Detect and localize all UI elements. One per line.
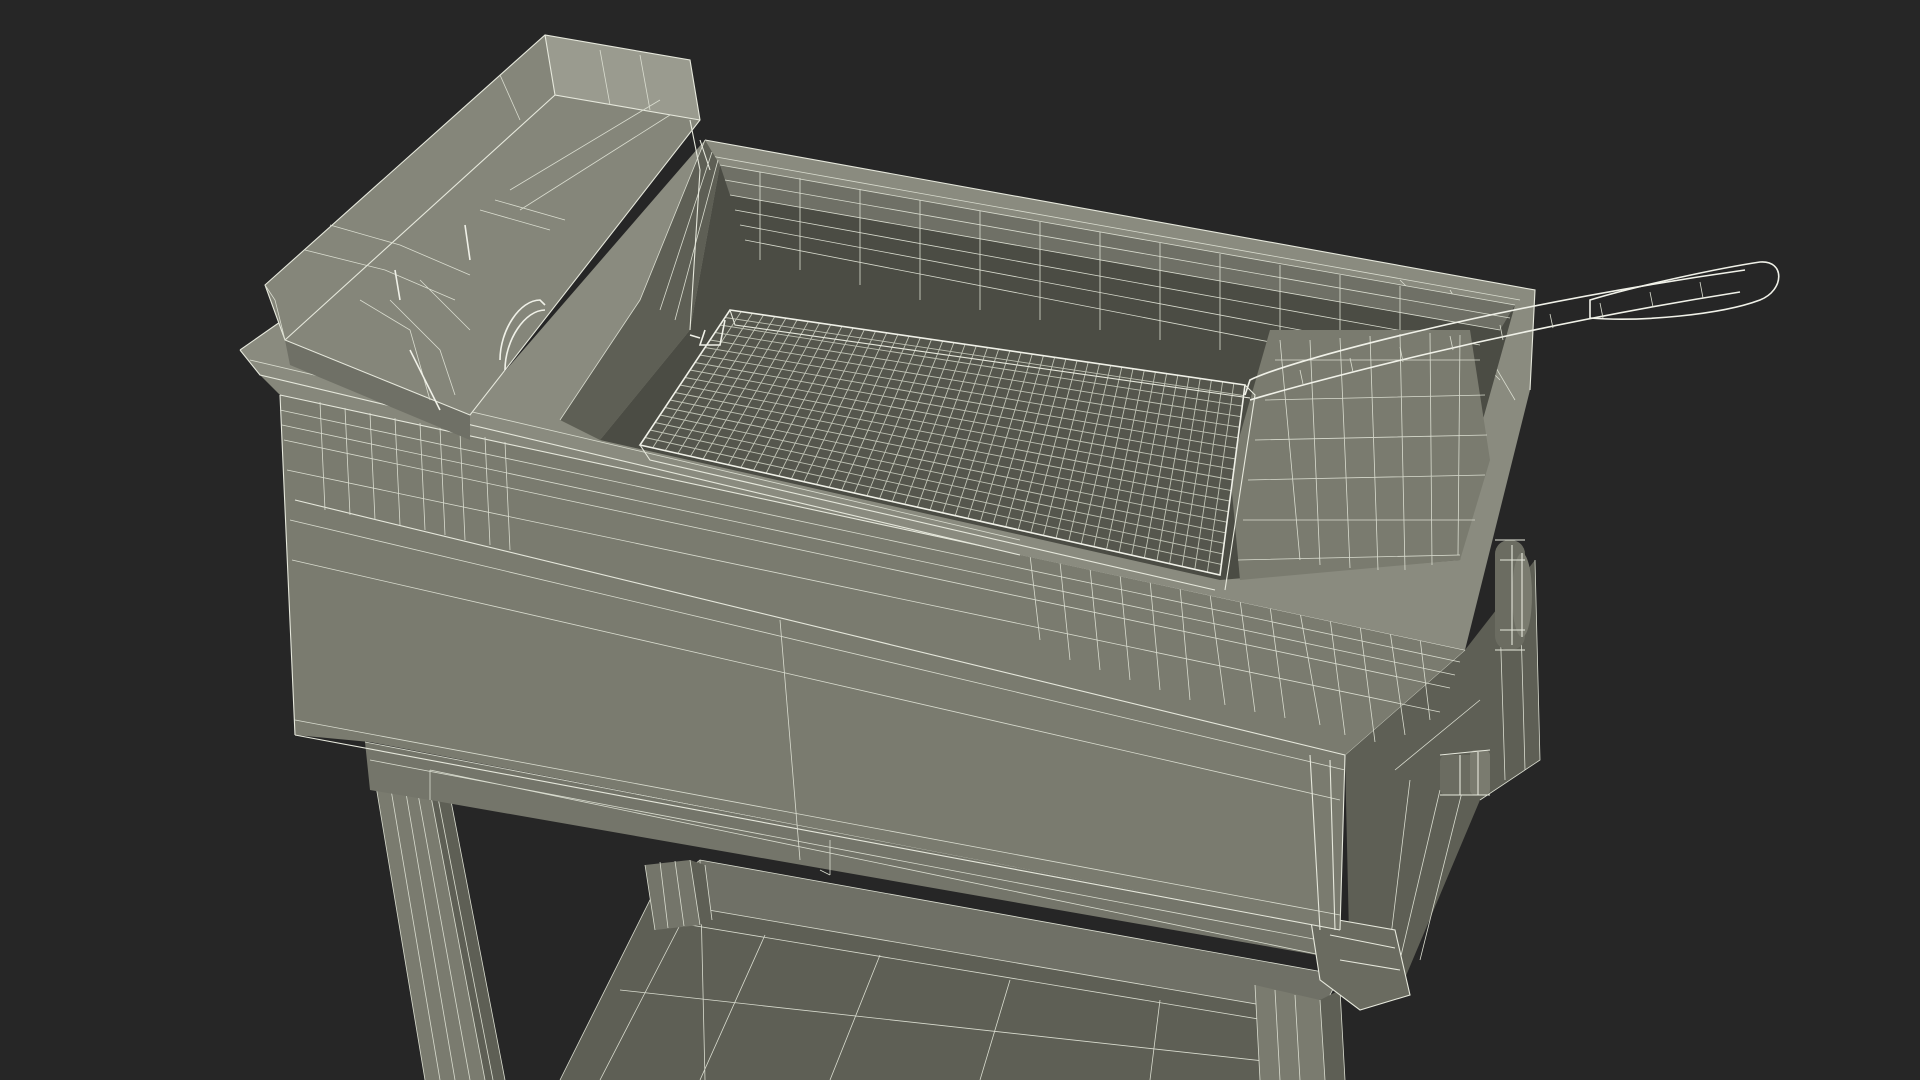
drain-valve-icon[interactable] bbox=[1439, 749, 1491, 796]
stand-leg-front-right bbox=[1254, 984, 1346, 1080]
stand-leg-rear bbox=[644, 859, 713, 931]
render-viewport bbox=[0, 0, 1920, 1080]
fryer-wireframe-render bbox=[0, 0, 1920, 1080]
